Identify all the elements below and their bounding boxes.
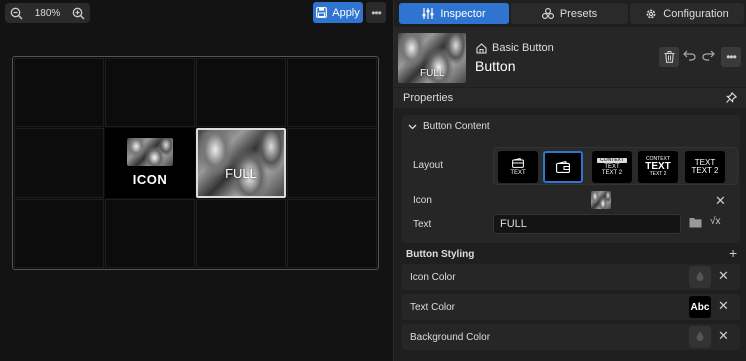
- background-color-label: Background Color: [410, 332, 491, 343]
- trash-icon: [664, 51, 675, 63]
- tab-presets[interactable]: Presets: [511, 3, 628, 24]
- layout-option-line2: TEXT 2: [691, 166, 719, 175]
- tab-inspector[interactable]: Inspector: [399, 3, 509, 24]
- grid-cell[interactable]: [287, 198, 377, 268]
- presets-icon: [541, 8, 554, 19]
- button-styling-title: Button Styling: [406, 249, 475, 260]
- grid-cell[interactable]: [105, 58, 195, 128]
- layout-option-icon-only[interactable]: [543, 151, 583, 183]
- layout-option-text: TEXT: [510, 169, 526, 176]
- layout-option-context-text[interactable]: CONTEXT TEXT TEXT 2: [592, 151, 632, 183]
- properties-title: Properties: [403, 92, 454, 104]
- component-header: FULL Basic Button Button •••: [394, 27, 746, 87]
- grid-cell[interactable]: [105, 198, 195, 268]
- chevron-down-icon: [408, 124, 417, 130]
- grid-cell[interactable]: [196, 198, 286, 268]
- button-content-title: Button Content: [423, 121, 490, 132]
- icon-color-label: Icon Color: [410, 272, 456, 283]
- layout-label: Layout: [413, 160, 444, 171]
- apply-button[interactable]: Apply: [313, 2, 363, 23]
- button-content-header[interactable]: Button Content: [408, 121, 490, 132]
- grid-cell[interactable]: [196, 58, 286, 128]
- layout-option-bottom: TEXT 2: [649, 171, 667, 178]
- layout-option-icon-text[interactable]: TEXT: [498, 151, 538, 183]
- grid-cell[interactable]: [287, 58, 377, 128]
- formula-icon[interactable]: √x: [710, 216, 721, 227]
- pin-icon[interactable]: [726, 92, 737, 103]
- text-color-swatch[interactable]: Abc: [689, 296, 711, 318]
- inspector-panel: Inspector Presets Configuration FULL Bas…: [393, 0, 746, 361]
- tab-configuration-label: Configuration: [663, 7, 729, 20]
- home-icon: [476, 42, 487, 54]
- tab-inspector-label: Inspector: [440, 7, 486, 20]
- drop-icon: [696, 271, 704, 284]
- thumbnail-label: FULL: [420, 68, 445, 79]
- properties-header: Properties: [394, 88, 746, 108]
- text-label: Text: [413, 219, 432, 230]
- add-style-icon[interactable]: +: [729, 245, 737, 261]
- sliders-icon: [422, 8, 434, 19]
- full-button-preview[interactable]: FULL: [196, 128, 286, 198]
- layout-option-line2: TEXT 2: [601, 170, 623, 177]
- text-color-label: Text Color: [410, 302, 456, 313]
- color-swatch[interactable]: [689, 266, 711, 288]
- button-content-section: Button Content Layout TEXT CONTEXT TEXT …: [402, 115, 740, 243]
- layout-option-context-big[interactable]: CONTEXT TEXT TEXT 2: [638, 151, 678, 183]
- button-grid: ICON FULL: [12, 56, 379, 270]
- text-field[interactable]: [493, 214, 681, 234]
- style-row-icon-color: Icon Color ✕: [402, 264, 740, 290]
- close-icon[interactable]: ✕: [715, 193, 726, 209]
- save-icon: [316, 7, 328, 18]
- zoom-in-icon[interactable]: [72, 7, 85, 20]
- component-thumbnail: FULL: [398, 33, 466, 83]
- grid-cell[interactable]: [14, 128, 104, 198]
- zoom-level: 180%: [34, 7, 61, 19]
- more-options-button[interactable]: •••: [366, 2, 386, 23]
- texture-icon: [127, 138, 173, 167]
- redo-icon[interactable]: [702, 49, 715, 61]
- layout-option-two-line[interactable]: TEXT TEXT 2: [685, 151, 725, 183]
- icon-label: Icon: [413, 195, 432, 206]
- gear-icon: [645, 8, 657, 20]
- wallet-icon: [512, 157, 524, 168]
- panel-tabs: Inspector Presets Configuration: [399, 3, 744, 24]
- canvas-area: 180% Apply ••• ICON FULL: [0, 0, 393, 361]
- more-icon: •••: [371, 5, 382, 20]
- grid-cell[interactable]: [14, 58, 104, 128]
- zoom-out-icon[interactable]: [10, 7, 23, 20]
- full-button-label: FULL: [225, 166, 257, 182]
- component-name: Button: [475, 58, 516, 74]
- grid-cell[interactable]: [14, 198, 104, 268]
- drop-icon: [696, 331, 704, 344]
- grid-cell[interactable]: [287, 128, 377, 198]
- folder-icon[interactable]: [689, 217, 702, 228]
- close-icon[interactable]: ✕: [718, 298, 729, 314]
- wallet-icon: [556, 161, 570, 173]
- zoom-controls: 180%: [5, 3, 90, 23]
- icon-button-label: ICON: [132, 172, 168, 188]
- tab-presets-label: Presets: [559, 7, 598, 20]
- close-icon[interactable]: ✕: [718, 268, 729, 284]
- apply-label: Apply: [332, 6, 360, 19]
- context-pill: CONTEXT: [597, 157, 627, 163]
- more-icon: •••: [726, 50, 737, 64]
- component-type-label: Basic Button: [492, 42, 554, 54]
- icon-texture-swatch[interactable]: [591, 191, 611, 209]
- delete-button[interactable]: [659, 47, 679, 67]
- drag-handle-icon[interactable]: [202, 133, 212, 138]
- undo-icon[interactable]: [683, 49, 696, 61]
- icon-button-preview[interactable]: ICON: [105, 128, 195, 198]
- style-row-text-color: Text Color Abc ✕: [402, 294, 740, 320]
- close-icon[interactable]: ✕: [718, 328, 729, 344]
- style-row-background-color: Background Color ✕: [402, 324, 740, 350]
- color-swatch[interactable]: [689, 326, 711, 348]
- component-type: Basic Button: [476, 42, 554, 54]
- tab-configuration[interactable]: Configuration: [630, 3, 744, 24]
- header-more-button[interactable]: •••: [721, 47, 741, 67]
- layout-picker: TEXT CONTEXT TEXT TEXT 2 CONTEXT TEXT TE…: [493, 147, 738, 185]
